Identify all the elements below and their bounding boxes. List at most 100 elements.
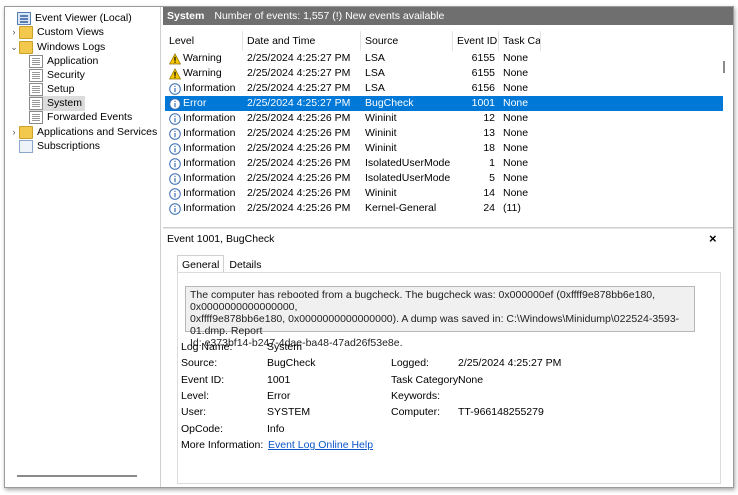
- tree-item-windows-logs[interactable]: ⌄ Windows Logs: [9, 40, 105, 55]
- event-description[interactable]: The computer has rebooted from a bugchec…: [185, 286, 695, 349]
- tree-item-setup[interactable]: Setup: [29, 82, 74, 97]
- tree-item-subscriptions[interactable]: Subscriptions: [19, 139, 100, 154]
- log-icon: [29, 69, 43, 82]
- cell-level: Warning: [165, 51, 243, 66]
- tab-details[interactable]: Details: [224, 255, 266, 273]
- tree-item-label: Subscriptions: [37, 140, 101, 152]
- field-label-computer: Computer:: [391, 406, 441, 418]
- table-row[interactable]: Information 2/25/2024 4:25:26 PM Wininit 13…: [165, 126, 723, 141]
- level-text: Information: [183, 82, 236, 94]
- column-header-level[interactable]: Level: [165, 31, 243, 51]
- field-value-computer: TT-966148255279: [458, 406, 544, 418]
- cell-level: Information: [165, 111, 243, 126]
- info-icon: [169, 187, 181, 200]
- description-line: 0xffff9e878bb6e180, 0x0000000000000000).…: [190, 313, 680, 337]
- cell-level: Information: [165, 141, 243, 156]
- log-name: System: [167, 10, 205, 22]
- event-detail-title: Event 1001, BugCheck: [167, 233, 275, 245]
- warning-icon: [169, 67, 181, 80]
- table-row[interactable]: Information 2/25/2024 4:25:26 PM IsolatedU…: [165, 156, 723, 171]
- log-icon: [29, 97, 43, 110]
- cell-level: Information: [165, 126, 243, 141]
- field-label-event-id: Event ID:: [181, 374, 225, 386]
- field-label-more-information: More Information:: [181, 439, 264, 451]
- cell-level: Error: [165, 96, 243, 111]
- cell-date: 2/25/2024 4:25:27 PM: [247, 97, 351, 109]
- table-row[interactable]: Information 2/25/2024 4:25:26 PM IsolatedU…: [165, 171, 723, 186]
- cell-level: Warning: [165, 66, 243, 81]
- table-row[interactable]: Information 2/25/2024 4:25:26 PM Wininit 12…: [165, 111, 723, 126]
- level-text: Information: [183, 157, 236, 169]
- tree-horizontal-scrollbar[interactable]: [17, 475, 137, 477]
- cell-date: 2/25/2024 4:25:27 PM: [247, 67, 351, 79]
- column-header-event-id[interactable]: Event ID: [453, 31, 499, 51]
- column-header-source[interactable]: Source: [361, 31, 453, 51]
- chevron-right-icon[interactable]: ›: [9, 25, 19, 40]
- table-vertical-scrollbar[interactable]: [723, 61, 725, 73]
- cell-source: Wininit: [365, 127, 397, 139]
- level-text: Information: [183, 172, 236, 184]
- description-line: Id: e373bf14-b247-4dae-ba48-47ad26f53e8e…: [190, 337, 403, 349]
- close-icon[interactable]: ×: [709, 231, 717, 246]
- cell-source: LSA: [365, 67, 385, 79]
- level-text: Information: [183, 127, 236, 139]
- tree-item-label: Application: [47, 55, 99, 67]
- cell-date: 2/25/2024 4:25:26 PM: [247, 127, 351, 139]
- table-row[interactable]: Warning 2/25/2024 4:25:27 PM LSA 6155 None: [165, 66, 723, 81]
- subscriptions-icon: [19, 140, 33, 153]
- tab-general[interactable]: General: [177, 255, 225, 273]
- info-icon: [169, 112, 181, 125]
- description-line: The computer has rebooted from a bugchec…: [190, 289, 656, 313]
- table-row[interactable]: Information 2/25/2024 4:25:26 PM Kernel-Ge…: [165, 201, 723, 216]
- cell-event-id: 18: [483, 142, 495, 154]
- cell-event-id: 1: [489, 157, 495, 169]
- detail-tabs: General Details: [177, 255, 266, 273]
- field-label-level: Level:: [181, 390, 210, 402]
- tree-item-label: Security: [47, 69, 85, 81]
- column-header-date[interactable]: Date and Time: [243, 31, 361, 51]
- navigation-tree: Event Viewer (Local) › Custom Views ⌄ Wi…: [5, 7, 161, 487]
- cell-task-category: None: [503, 52, 529, 64]
- cell-level: Information: [165, 81, 243, 96]
- table-row[interactable]: Warning 2/25/2024 4:25:27 PM LSA 6155 None: [165, 51, 723, 66]
- column-header-task-category[interactable]: Task Ca...: [499, 31, 541, 51]
- event-log-online-help-link[interactable]: Event Log Online Help: [268, 439, 373, 451]
- table-row[interactable]: Error 2/25/2024 4:25:27 PM BugCheck 1001 Non…: [165, 96, 723, 111]
- tree-item-forwarded-events[interactable]: Forwarded Events: [29, 110, 132, 125]
- tree-item-security[interactable]: Security: [29, 68, 85, 83]
- chevron-down-icon[interactable]: ⌄: [9, 40, 19, 55]
- tree-item-custom-views[interactable]: › Custom Views: [9, 25, 104, 40]
- tree-item-event-viewer[interactable]: Event Viewer (Local): [7, 11, 132, 26]
- level-text: Information: [183, 202, 236, 214]
- cell-task-category: None: [503, 82, 529, 94]
- cell-date: 2/25/2024 4:25:26 PM: [247, 202, 351, 214]
- tree-item-system[interactable]: System: [29, 96, 86, 111]
- cell-date: 2/25/2024 4:25:26 PM: [247, 187, 351, 199]
- chevron-right-icon[interactable]: ›: [9, 125, 19, 140]
- cell-event-id: 6155: [471, 52, 495, 64]
- pane-divider[interactable]: [163, 227, 733, 229]
- cell-event-id: 6155: [471, 67, 495, 79]
- cell-source: Wininit: [365, 187, 397, 199]
- tree-item-application[interactable]: Application: [29, 54, 98, 69]
- events-table: Level Date and Time Source Event ID Task…: [165, 31, 723, 223]
- cell-event-id: 12: [483, 112, 495, 124]
- table-row[interactable]: Information 2/25/2024 4:25:27 PM LSA 6156 No…: [165, 81, 723, 96]
- info-icon: [169, 172, 181, 185]
- cell-date: 2/25/2024 4:25:26 PM: [247, 172, 351, 184]
- level-text: Warning: [183, 52, 222, 64]
- event-viewer-window: Event Viewer (Local) › Custom Views ⌄ Wi…: [4, 6, 734, 488]
- info-icon: [169, 97, 181, 110]
- cell-task-category: None: [503, 67, 529, 79]
- field-label-task-category: Task Category:: [391, 374, 462, 386]
- cell-event-id: 24: [483, 202, 495, 214]
- cell-event-id: 1001: [471, 97, 495, 109]
- table-row[interactable]: Information 2/25/2024 4:25:26 PM Wininit 18…: [165, 141, 723, 156]
- field-value-opcode: Info: [267, 423, 285, 435]
- table-row[interactable]: Information 2/25/2024 4:25:26 PM Wininit 14…: [165, 186, 723, 201]
- cell-source: LSA: [365, 52, 385, 64]
- cell-task-category: None: [503, 157, 529, 169]
- cell-task-category: None: [503, 112, 529, 124]
- tree-item-applications-services[interactable]: › Applications and Services Lo: [9, 125, 160, 140]
- field-label-opcode: OpCode:: [181, 423, 224, 435]
